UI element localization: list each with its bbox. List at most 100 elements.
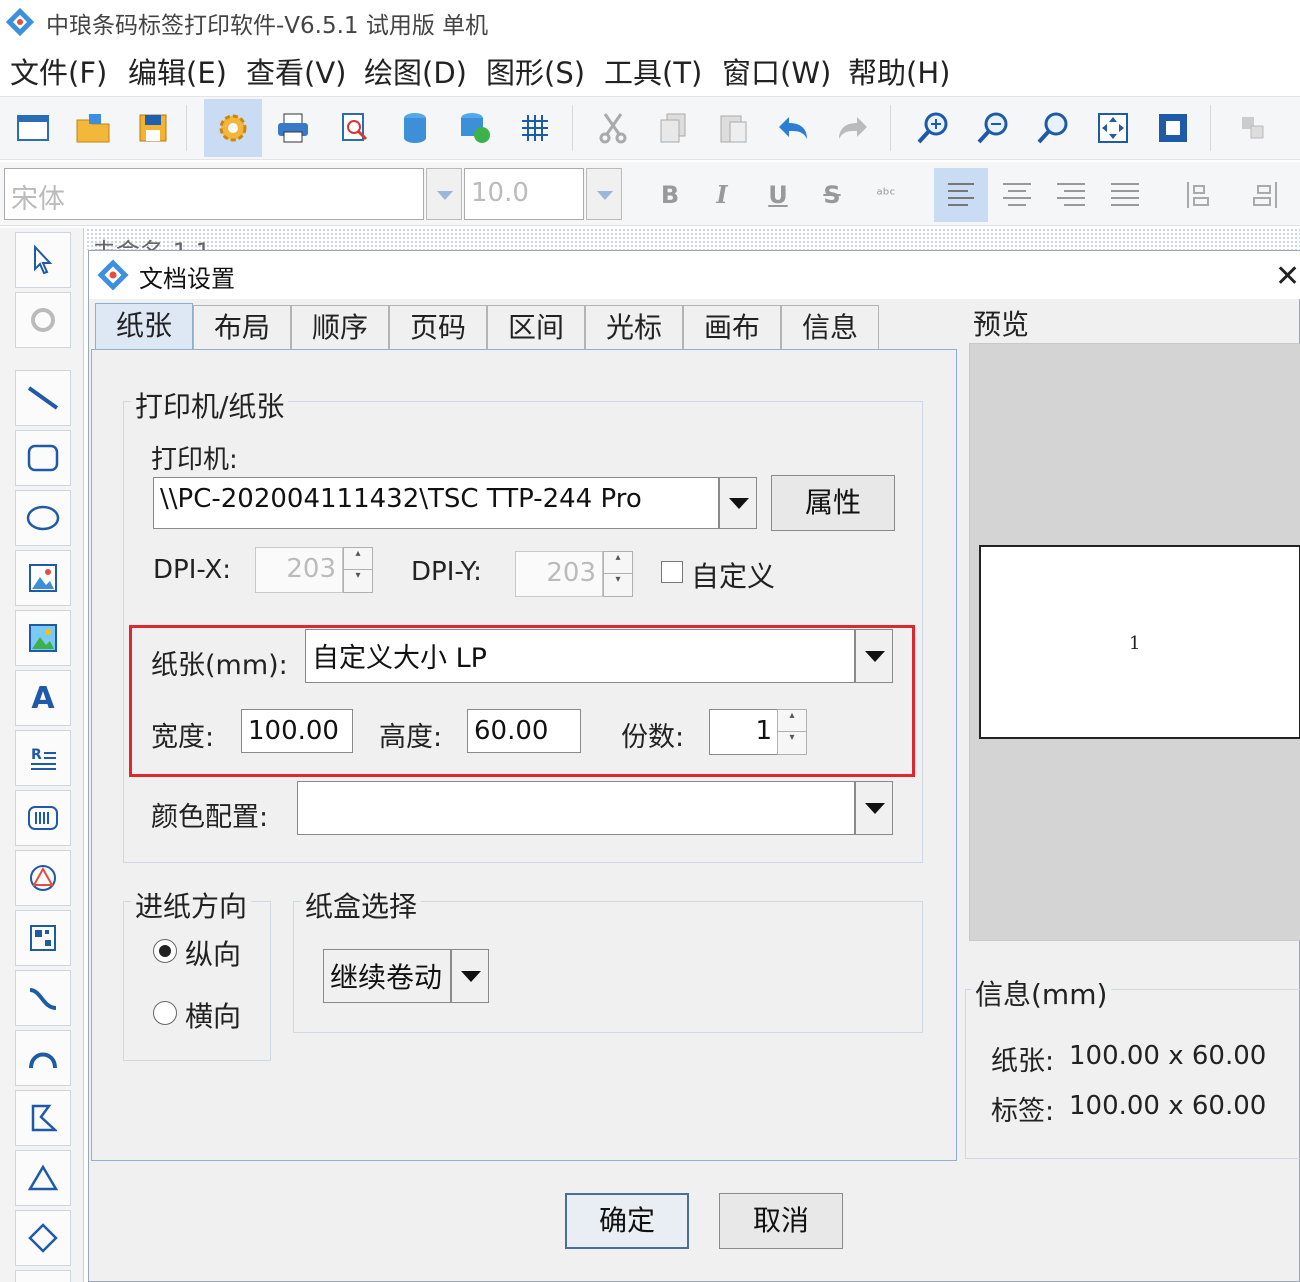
custom-dpi-checkbox[interactable] [661,561,683,583]
zoom-icon[interactable] [1030,105,1076,151]
grid-icon[interactable] [512,105,558,151]
feed-direction-legend: 进纸方向 [131,885,252,925]
landscape-radio[interactable] [153,1001,177,1025]
align-center-button[interactable] [990,168,1044,222]
print-icon[interactable] [270,105,316,151]
menu-file[interactable]: 文件(F) [10,50,107,92]
paper-size-dropdown-icon[interactable] [855,629,893,683]
barcode-tool-icon[interactable] [15,790,71,846]
diamond-tool-icon[interactable] [15,1210,71,1266]
portrait-radio[interactable] [153,939,177,963]
copies-input[interactable]: 1 [709,709,779,755]
text-tool-icon[interactable]: A [15,670,71,726]
tab-info[interactable]: 信息 [781,305,879,351]
font-size-dropdown-icon[interactable] [586,168,622,220]
rotate-icon[interactable] [15,292,71,348]
document-tab[interactable]: 未命名-1.1 [92,232,211,250]
info-label-value: 100.00 x 60.00 [1069,1091,1267,1121]
tab-paper[interactable]: 纸张 [95,303,193,351]
tab-page-number[interactable]: 页码 [389,305,487,351]
line-tool-icon[interactable] [15,370,71,426]
font-name-dropdown-icon[interactable] [426,168,462,220]
menu-tools[interactable]: 工具(T) [604,50,702,92]
bold-button[interactable]: B [646,172,694,218]
zoom-in-icon[interactable] [910,105,956,151]
align-left-button[interactable] [934,168,988,222]
image-tool-icon[interactable] [15,550,71,606]
printer-combo[interactable]: \\PC-202004111432\TSC TTP-244 Pro [153,477,719,529]
dpi-x-input[interactable]: 203 [255,547,343,593]
fit-page-icon[interactable] [1090,105,1136,151]
menu-help[interactable]: 帮助(H) [848,50,950,92]
text-format-icon[interactable]: ᵃᵇᶜ [862,172,910,218]
database-settings-icon[interactable] [452,105,498,151]
copies-spinner[interactable]: ▴ ▾ [777,709,807,755]
zoom-out-icon[interactable] [970,105,1016,151]
height-input[interactable]: 60.00 [467,709,581,753]
rectangle-tool-icon[interactable] [15,430,71,486]
shape-tool-icon[interactable] [15,850,71,906]
open-folder-icon[interactable] [70,105,116,151]
print-preview-icon[interactable] [332,105,378,151]
document-settings-icon[interactable] [204,99,262,157]
redo-icon[interactable] [830,105,876,151]
arc-tool-icon[interactable] [15,1030,71,1086]
curve-tool-icon[interactable] [15,970,71,1026]
title-bar: 中琅条码标签打印软件-V6.5.1 试用版 单机 [0,0,1300,44]
distribute-vertical-icon[interactable] [1234,168,1288,222]
properties-button[interactable]: 属性 [771,475,895,531]
undo-icon[interactable] [770,105,816,151]
pointer-icon[interactable] [15,232,71,288]
width-input[interactable]: 100.00 [241,709,353,753]
cancel-button[interactable]: 取消 [719,1193,843,1249]
picture-tool-icon[interactable] [15,610,71,666]
underline-button[interactable]: U [754,172,802,218]
font-size-combo[interactable]: 10.0 [464,168,584,220]
paper-tray-combo[interactable]: 继续卷动 [323,949,451,1003]
distribute-horizontal-icon[interactable] [1176,168,1230,222]
more-tools-button[interactable] [15,1270,71,1282]
align-right-button[interactable] [1044,168,1098,222]
menu-view[interactable]: 查看(V) [246,50,346,92]
triangle-tool-icon[interactable] [15,1150,71,1206]
dpi-y-input[interactable]: 203 [515,551,603,597]
save-icon[interactable] [130,105,176,151]
italic-button[interactable]: I [698,172,746,218]
tab-range[interactable]: 区间 [487,305,585,351]
tab-layout[interactable]: 布局 [193,305,291,351]
tab-canvas[interactable]: 画布 [683,305,781,351]
printer-dropdown-icon[interactable] [719,477,757,529]
info-legend: 信息(mm) [971,973,1112,1013]
color-config-combo[interactable] [297,781,855,835]
document-tab-strip [86,228,1300,250]
color-config-dropdown-icon[interactable] [855,781,893,835]
rich-text-tool-icon[interactable]: R [15,730,71,786]
new-document-icon[interactable] [10,105,56,151]
font-name-combo[interactable]: 宋体 [4,168,424,220]
tab-order[interactable]: 顺序 [291,305,389,351]
justify-button[interactable] [1098,168,1152,222]
menu-draw[interactable]: 绘图(D) [364,50,467,92]
ellipse-tool-icon[interactable] [15,490,71,546]
copy-icon[interactable] [650,105,696,151]
qrcode-tool-icon[interactable] [15,910,71,966]
menu-window[interactable]: 窗口(W) [722,50,831,92]
strikethrough-button[interactable]: S [808,172,856,218]
menu-shape[interactable]: 图形(S) [486,50,585,92]
paper-tray-dropdown-icon[interactable] [451,949,489,1003]
menu-edit[interactable]: 编辑(E) [128,50,227,92]
window-title: 中琅条码标签打印软件-V6.5.1 试用版 单机 [46,13,489,39]
database-icon[interactable] [392,105,438,151]
polygon-tool-icon[interactable] [15,1090,71,1146]
dpi-y-spinner[interactable]: ▴ ▾ [603,551,633,597]
layer-icon[interactable] [1230,105,1276,151]
custom-dpi-label: 自定义 [691,560,776,593]
paper-size-combo[interactable]: 自定义大小 LP [305,629,855,683]
actual-size-icon[interactable] [1150,105,1196,151]
tab-cursor[interactable]: 光标 [585,305,683,351]
dpi-x-spinner[interactable]: ▴ ▾ [343,547,373,593]
cut-icon[interactable] [590,105,636,151]
paste-icon[interactable] [710,105,756,151]
close-icon[interactable]: ✕ [1275,259,1300,294]
ok-button[interactable]: 确定 [565,1193,689,1249]
